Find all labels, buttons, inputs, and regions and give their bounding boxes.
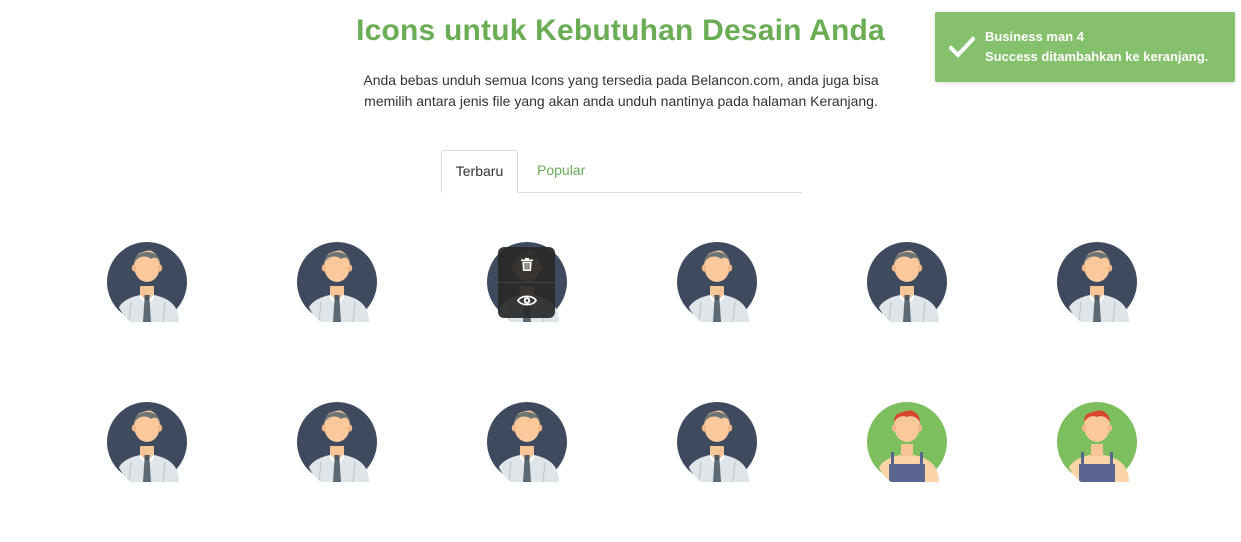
toast-message: Success ditambahkan ke keranjang. <box>985 49 1209 64</box>
business-man-icon[interactable] <box>677 242 757 322</box>
remove-from-cart-button[interactable] <box>498 247 555 282</box>
icon-hover-menu <box>498 247 555 318</box>
description-line-1: Anda bebas unduh semua Icons yang tersed… <box>363 72 879 88</box>
business-man-icon[interactable] <box>487 402 567 482</box>
business-man-icon[interactable] <box>107 242 187 322</box>
worker-icon[interactable] <box>867 402 947 482</box>
page-description: Anda bebas unduh semua Icons yang tersed… <box>320 70 922 112</box>
preview-button[interactable] <box>498 283 555 318</box>
worker-icon[interactable] <box>1057 402 1137 482</box>
tab-popular[interactable]: Popular <box>537 150 585 191</box>
icon-tabs: Terbaru Popular <box>441 150 802 193</box>
business-man-icon[interactable] <box>297 402 377 482</box>
check-icon <box>949 36 975 58</box>
page: Icons untuk Kebutuhan Desain Anda Anda b… <box>0 0 1241 542</box>
tab-terbaru[interactable]: Terbaru <box>441 150 518 193</box>
business-man-icon[interactable] <box>677 402 757 482</box>
description-line-2: memilih antara jenis file yang akan anda… <box>364 93 878 109</box>
success-toast: Business man 4 Success ditambahkan ke ke… <box>935 12 1235 82</box>
business-man-icon[interactable] <box>1057 242 1137 322</box>
business-man-icon[interactable] <box>297 242 377 322</box>
eye-icon <box>516 295 537 306</box>
business-man-icon[interactable] <box>867 242 947 322</box>
business-man-icon[interactable] <box>107 402 187 482</box>
toast-title: Business man 4 <box>985 29 1084 44</box>
trash-icon <box>520 258 533 271</box>
